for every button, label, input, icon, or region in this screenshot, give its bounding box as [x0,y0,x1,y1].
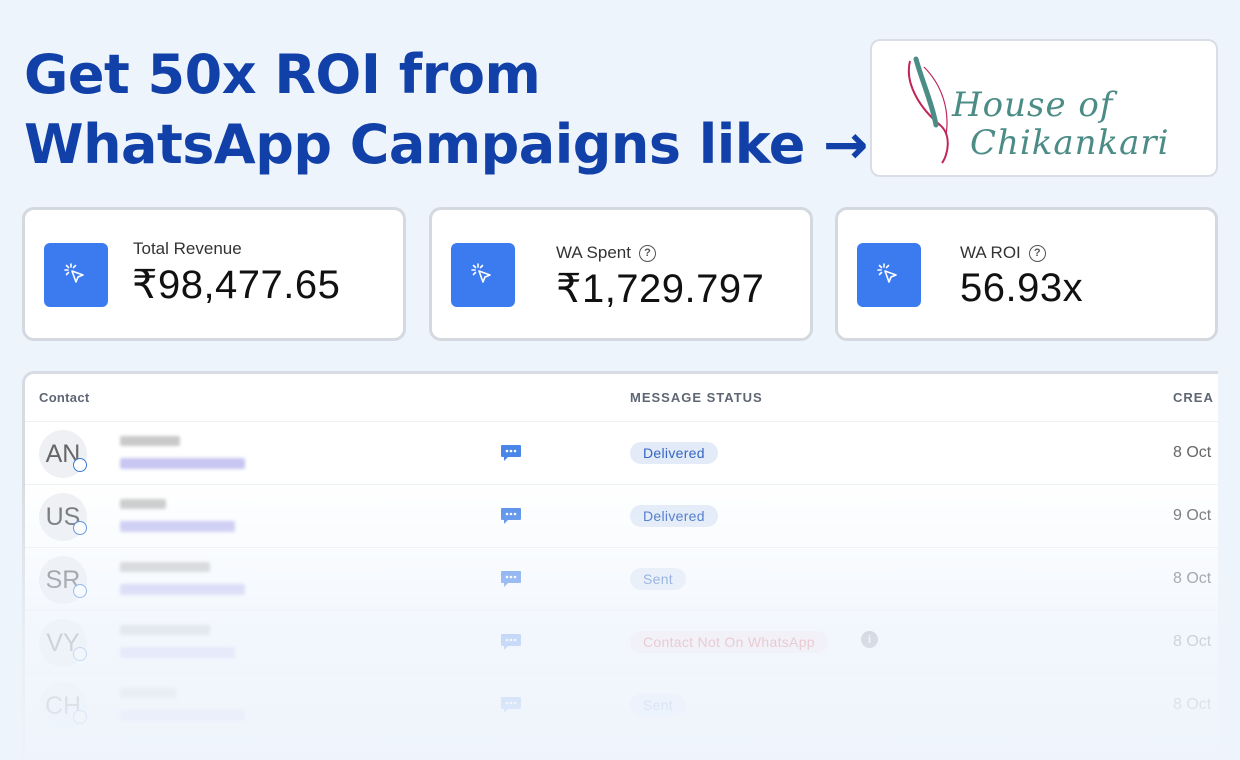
stat-label: WA ROI ? [960,243,1046,263]
help-circle-icon[interactable]: ? [638,244,656,262]
redacted-contact-number [120,647,235,658]
redacted-contact-name [120,625,210,635]
headline: Get 50x ROI from WhatsApp Campaigns like… [24,40,868,180]
stat-card-wa-roi: WA ROI ? 56.93x [835,207,1218,341]
status-badge: Delivered [630,442,718,464]
whatsapp-icon [73,584,87,598]
stat-label-text: WA ROI [960,243,1021,262]
chat-message-icon[interactable] [500,696,522,714]
redacted-contact-name [120,436,180,446]
created-date: 8 Oct [1173,696,1212,713]
stat-value: ₹1,729.797 [556,267,765,311]
chat-message-icon[interactable] [500,633,522,651]
whatsapp-icon [73,710,87,724]
created-date: 8 Oct [1173,570,1212,587]
table-row[interactable]: AN Delivered 8 Oct [25,422,1218,485]
chat-message-icon[interactable] [500,570,522,588]
table-row[interactable]: SR Sent 8 Oct [25,548,1218,611]
redacted-contact-name [120,499,166,509]
help-circle-icon[interactable]: ? [1028,244,1046,262]
stat-value: ₹98,477.65 [132,263,341,307]
table-header: Contact MESSAGE STATUS CREA [25,374,1218,422]
chat-message-icon[interactable] [500,444,522,462]
stat-label-text: WA Spent [556,243,631,262]
stat-label: Total Revenue [133,239,242,259]
headline-line-2: WhatsApp Campaigns like → [24,113,868,176]
redacted-contact-name [120,688,176,698]
redacted-contact-number [120,458,245,469]
created-date: 8 Oct [1173,444,1212,461]
stat-label: WA Spent ? [556,243,656,263]
created-date: 9 Oct [1173,507,1212,524]
cursor-click-icon [451,243,515,307]
stat-card-wa-spent: WA Spent ? ₹1,729.797 [429,207,813,341]
redacted-contact-number [120,521,235,532]
logo-text-line-1: House of [952,85,1114,125]
column-header-message-status[interactable]: MESSAGE STATUS [630,390,763,405]
status-badge: Contact Not On WhatsApp [630,631,828,653]
whatsapp-icon [73,521,87,535]
chat-message-icon[interactable] [500,507,522,525]
status-badge: Sent [630,568,686,590]
redacted-contact-name [120,562,210,572]
created-date: 8 Oct [1173,633,1212,650]
whatsapp-icon [73,458,87,472]
stat-label-text: Total Revenue [133,239,242,258]
redacted-contact-number [120,584,245,595]
table-row[interactable]: VY Contact Not On WhatsApp i 8 Oct [25,611,1218,674]
table-row[interactable]: CH Sent 8 Oct [25,674,1218,737]
table-row[interactable]: US Delivered 9 Oct [25,485,1218,548]
column-header-contact[interactable]: Contact [39,390,90,405]
logo-text-line-2: Chikankari [970,123,1170,163]
headline-line-1: Get 50x ROI from [24,43,541,106]
column-header-created[interactable]: CREA [1173,390,1214,405]
stat-card-total-revenue: Total Revenue ₹98,477.65 [22,207,406,341]
campaign-messages-table: Contact MESSAGE STATUS CREA AN Delivered… [22,371,1218,760]
cursor-click-icon [44,243,108,307]
stat-value: 56.93x [960,266,1084,310]
info-icon[interactable]: i [861,631,878,648]
cursor-click-icon [857,243,921,307]
status-badge: Sent [630,694,686,716]
redacted-contact-number [120,710,245,721]
status-badge: Delivered [630,505,718,527]
whatsapp-icon [73,647,87,661]
brand-logo-card: House of Chikankari [870,39,1218,177]
